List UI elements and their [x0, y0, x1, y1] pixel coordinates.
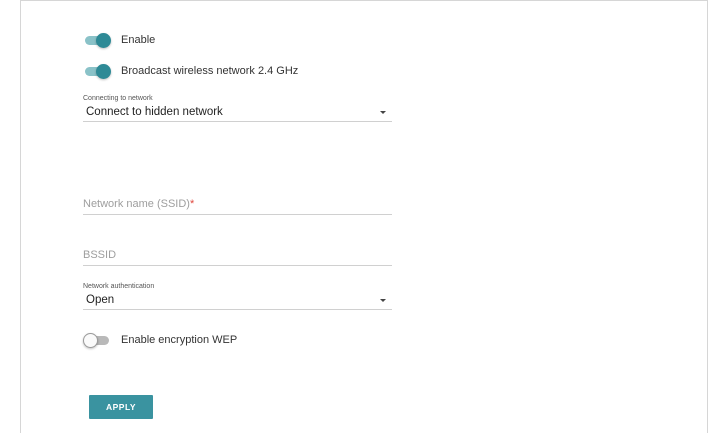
chevron-down-icon [380, 299, 386, 302]
bssid-placeholder: BSSID [83, 249, 117, 261]
enable-toggle[interactable] [83, 33, 111, 48]
connecting-label: Connecting to network [83, 95, 153, 102]
apply-button[interactable]: APPLY [89, 395, 153, 419]
encryption-label: Enable encryption WEP [121, 334, 238, 346]
auth-value: Open [86, 294, 115, 306]
broadcast-label: Broadcast wireless network 2.4 GHz [121, 65, 299, 77]
connecting-value: Connect to hidden network [86, 106, 223, 118]
auth-label: Network authentication [83, 283, 155, 290]
bssid-input[interactable]: BSSID [83, 245, 392, 266]
broadcast-toggle[interactable] [83, 64, 111, 79]
toggle-knob [96, 33, 111, 48]
auth-select[interactable]: Open [83, 291, 392, 310]
connecting-select[interactable]: Connect to hidden network [83, 103, 392, 122]
broadcast-row: Broadcast wireless network 2.4 GHz [83, 64, 299, 79]
enable-label: Enable [121, 34, 156, 46]
ssid-placeholder: Network name (SSID) [83, 198, 190, 210]
required-mark: * [189, 198, 195, 210]
ssid-input[interactable]: Network name (SSID)* [83, 194, 392, 215]
auth-field: Network authentication Open [83, 283, 392, 310]
connecting-field: Connecting to network Connect to hidden … [83, 95, 392, 122]
enable-row: Enable [83, 33, 156, 48]
content-frame: Enable Broadcast wireless network 2.4 GH… [20, 0, 708, 433]
chevron-down-icon [380, 111, 386, 114]
encryption-row: Enable encryption WEP [83, 333, 238, 348]
toggle-knob [96, 64, 111, 79]
toggle-knob [83, 333, 98, 348]
encryption-toggle[interactable] [83, 333, 111, 348]
